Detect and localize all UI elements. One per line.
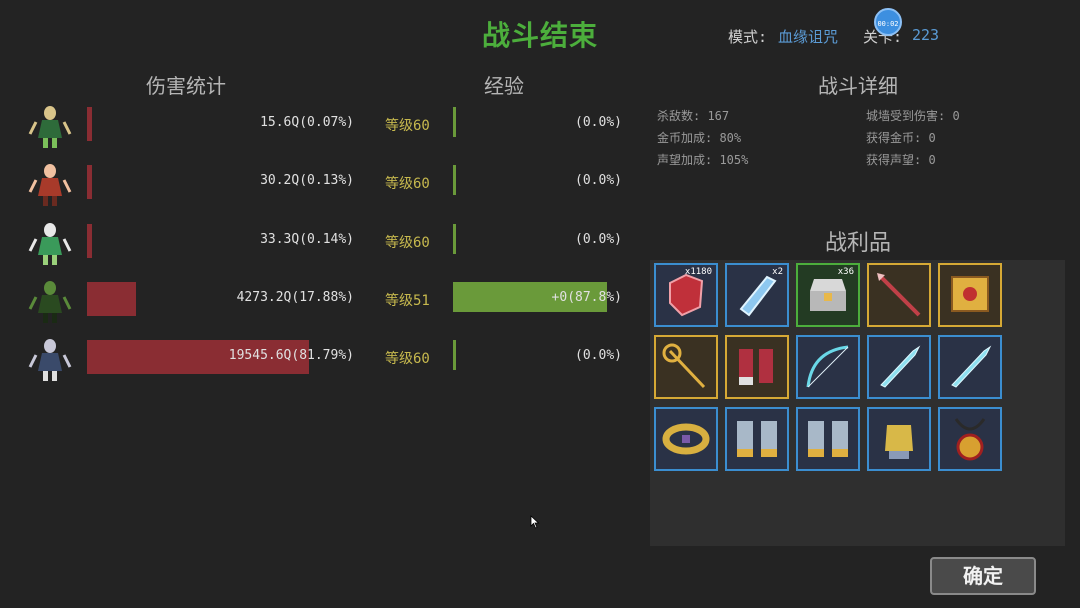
exp-bar (453, 165, 456, 195)
hero-row: 30.2Q(0.13%) 等级60 (0.0%) (0, 158, 640, 208)
loot-slot[interactable] (938, 263, 1002, 327)
hero-portrait-icon[interactable] (24, 158, 76, 208)
exp-bar (453, 340, 456, 370)
crimson-spear-icon (877, 273, 921, 317)
hero-level: 等级60 (385, 118, 430, 134)
loot-slot[interactable]: x1180 (654, 263, 718, 327)
exp-value: (0.0%) (575, 115, 622, 130)
exp-value: (0.0%) (575, 173, 622, 188)
damage-value: 15.6Q(0.07%) (260, 115, 354, 130)
hero-row: 33.3Q(0.14%) 等级60 (0.0%) (0, 217, 640, 267)
damage-value: 30.2Q(0.13%) (260, 173, 354, 188)
loot-slot[interactable] (938, 407, 1002, 471)
mode-value: 血缘诅咒 (778, 28, 839, 46)
loot-quantity: x1180 (684, 267, 712, 277)
loot-panel: x1180 x2 x36 (650, 260, 1065, 546)
battle-details-heading: 战斗详细 (818, 74, 898, 98)
hero-level: 等级60 (385, 351, 430, 367)
loot-slot[interactable] (867, 407, 931, 471)
loot-slot[interactable]: x2 (725, 263, 789, 327)
loot-quantity: x2 (772, 267, 783, 277)
loot-slot[interactable] (796, 335, 860, 399)
steel-boots-icon (808, 421, 848, 457)
confirm-button[interactable]: 确定 (930, 557, 1036, 595)
golden-tome-icon (951, 276, 989, 312)
gold-gained-stat: 获得金币: 0 (866, 131, 936, 145)
gold-amulet-icon (954, 418, 986, 461)
hero-portrait-icon[interactable] (24, 100, 76, 150)
hero-portrait-icon[interactable] (24, 333, 76, 383)
loot-quantity: x36 (837, 267, 854, 277)
red-boots-icon (739, 349, 773, 385)
fame-gained-stat: 获得声望: 0 (866, 153, 936, 167)
exp-value: (0.0%) (575, 348, 622, 363)
exp-value: (0.0%) (575, 232, 622, 247)
loot-slot[interactable]: x36 (796, 263, 860, 327)
hero-level: 等级60 (385, 235, 430, 251)
golden-staff-icon (662, 343, 706, 389)
ice-dagger-icon (951, 345, 992, 388)
fame-bonus-stat: 声望加成: 105% (657, 153, 749, 167)
loot-slot[interactable] (938, 335, 1002, 399)
loot-slot[interactable] (867, 263, 931, 327)
hero-row: 15.6Q(0.07%) 等级60 (0.0%) (0, 100, 640, 150)
steel-boots-icon (737, 421, 777, 457)
gold-belt-icon (662, 423, 710, 455)
loot-slot[interactable] (725, 407, 789, 471)
hero-level: 等级51 (385, 293, 430, 309)
hero-row: 4273.2Q(17.88%) 等级51 +0(87.8%) (0, 275, 640, 325)
hero-portrait-icon[interactable] (24, 275, 76, 325)
hero-level: 等级60 (385, 176, 430, 192)
kills-stat: 杀敌数: 167 (657, 109, 730, 123)
gold-bonus-stat: 金币加成: 80% (657, 131, 742, 145)
gold-gauntlet-icon (885, 425, 913, 459)
damage-value: 4273.2Q(17.88%) (236, 290, 354, 305)
hero-portrait-icon[interactable] (24, 217, 76, 267)
hero-row: 19545.6Q(81.79%) 等级60 (0.0%) (0, 333, 640, 383)
timer-badge[interactable]: 00:02 (874, 8, 902, 36)
loot-slot[interactable] (725, 335, 789, 399)
exp-bar (453, 224, 456, 254)
mouse-cursor-icon (530, 515, 540, 529)
loot-heading: 战利品 (824, 231, 891, 256)
exp-value: +0(87.8%) (551, 290, 622, 305)
loot-slot[interactable] (654, 407, 718, 471)
loot-slot[interactable] (654, 335, 718, 399)
level-value: 223 (912, 26, 940, 44)
mode-label: 模式: (728, 28, 768, 46)
damage-value: 19545.6Q(81.79%) (228, 348, 354, 363)
experience-heading: 经验 (484, 74, 524, 98)
damage-stats-heading: 伤害统计 (146, 74, 226, 98)
damage-value: 33.3Q(0.14%) (260, 232, 354, 247)
loot-slot[interactable] (796, 407, 860, 471)
ice-bow-icon (806, 345, 849, 388)
ice-dagger-icon (880, 345, 921, 388)
loot-slot[interactable] (867, 335, 931, 399)
exp-bar (453, 107, 456, 137)
wall-damage-stat: 城墙受到伤害: 0 (866, 109, 960, 123)
